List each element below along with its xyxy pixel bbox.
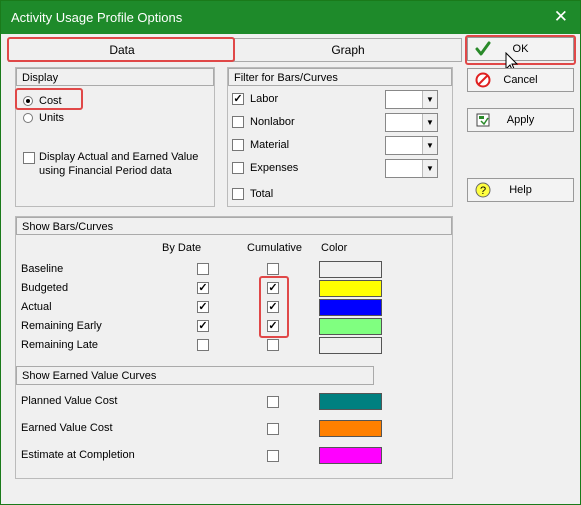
apply-button-label: Apply	[506, 114, 535, 126]
total-checkbox[interactable]	[232, 188, 244, 200]
check-mark-icon: ✓	[198, 301, 208, 313]
actual-color-swatch[interactable]	[319, 299, 382, 316]
units-radio[interactable]	[23, 113, 33, 123]
financial-period-label-line2: using Financial Period data	[39, 165, 172, 177]
chevron-down-icon: ▼	[422, 91, 437, 108]
check-mark-icon: ✓	[233, 93, 243, 105]
remaining-late-bydate-checkbox[interactable]	[197, 339, 209, 351]
nonlabor-label: Nonlabor	[250, 116, 295, 128]
budgeted-cumulative-checkbox[interactable]: ✓	[267, 282, 279, 294]
units-radio-label: Units	[39, 112, 65, 124]
cost-radio[interactable]	[23, 96, 33, 106]
actual-cumulative-checkbox[interactable]: ✓	[267, 301, 279, 313]
remaining-late-cumulative-checkbox[interactable]	[267, 339, 279, 351]
nonlabor-checkbox[interactable]	[232, 116, 244, 128]
labor-filter-dropdown[interactable]: ▼	[385, 90, 438, 109]
planned-value-cost-label: Planned Value Cost	[21, 395, 118, 407]
material-checkbox[interactable]	[232, 139, 244, 151]
cost-radio-label: Cost	[39, 95, 62, 107]
baseline-label: Baseline	[21, 263, 64, 275]
filter-title: Filter for Bars/Curves	[228, 68, 452, 86]
estimate-at-completion-color-swatch[interactable]	[319, 447, 382, 464]
earned-value-title: Show Earned Value Curves	[16, 366, 374, 385]
check-mark-icon: ✓	[198, 320, 208, 332]
remaining-early-label: Remaining Early	[21, 320, 102, 332]
check-mark-icon: ✓	[268, 282, 278, 294]
estimate-at-completion-label: Estimate at Completion	[21, 449, 135, 461]
help-button-label: Help	[509, 184, 532, 196]
window-title: Activity Usage Profile Options	[11, 10, 183, 25]
material-label: Material	[250, 139, 290, 151]
budgeted-bydate-checkbox[interactable]: ✓	[197, 282, 209, 294]
actual-bydate-checkbox[interactable]: ✓	[197, 301, 209, 313]
display-group	[15, 67, 215, 207]
remaining-early-cumulative-checkbox[interactable]: ✓	[267, 320, 279, 332]
material-filter-dropdown[interactable]: ▼	[385, 136, 438, 155]
remaining-early-color-swatch[interactable]	[319, 318, 382, 335]
planned-value-cost-color-swatch[interactable]	[319, 393, 382, 410]
labor-checkbox[interactable]: ✓	[232, 93, 244, 105]
cumulative-header: Cumulative	[247, 242, 303, 254]
check-mark-icon: ✓	[268, 301, 278, 313]
color-header: Color	[321, 242, 348, 254]
tab-graph[interactable]: Graph	[234, 38, 462, 62]
earned-value-cost-checkbox[interactable]	[267, 423, 279, 435]
baseline-bydate-checkbox[interactable]	[197, 263, 209, 275]
by-date-header: By Date	[162, 242, 202, 254]
baseline-cumulative-checkbox[interactable]	[267, 263, 279, 275]
close-icon[interactable]: ✕	[554, 7, 568, 27]
check-mark-icon: ✓	[268, 320, 278, 332]
actual-label: Actual	[21, 301, 52, 313]
chevron-down-icon: ▼	[422, 137, 437, 154]
expenses-checkbox[interactable]	[232, 162, 244, 174]
expenses-label: Expenses	[250, 162, 299, 174]
tab-data[interactable]: Data	[8, 38, 236, 62]
estimate-at-completion-checkbox[interactable]	[267, 450, 279, 462]
remaining-late-label: Remaining Late	[21, 339, 99, 351]
chevron-down-icon: ▼	[422, 114, 437, 131]
expenses-filter-dropdown[interactable]: ▼	[385, 159, 438, 178]
check-mark-icon: ✓	[198, 282, 208, 294]
earned-value-cost-label: Earned Value Cost	[21, 422, 113, 434]
display-title: Display	[16, 68, 214, 86]
remaining-early-bydate-checkbox[interactable]: ✓	[197, 320, 209, 332]
planned-value-cost-checkbox[interactable]	[267, 396, 279, 408]
labor-label: Labor	[250, 93, 279, 105]
earned-value-cost-color-swatch[interactable]	[319, 420, 382, 437]
show-bars-title: Show Bars/Curves	[16, 217, 452, 235]
title-bar: Activity Usage Profile Options ✕	[1, 1, 580, 34]
nonlabor-filter-dropdown[interactable]: ▼	[385, 113, 438, 132]
chevron-down-icon: ▼	[422, 160, 437, 177]
financial-period-label-line1: Display Actual and Earned Value	[39, 151, 199, 163]
help-button[interactable]: ? Help	[467, 178, 574, 202]
budgeted-color-swatch[interactable]	[319, 280, 382, 297]
baseline-color-swatch[interactable]	[319, 261, 382, 278]
financial-period-checkbox[interactable]	[23, 152, 35, 164]
cancel-button-label: Cancel	[503, 74, 538, 86]
budgeted-label: Budgeted	[21, 282, 69, 294]
cancel-button[interactable]: Cancel	[467, 68, 574, 92]
remaining-late-color-swatch[interactable]	[319, 337, 382, 354]
apply-button[interactable]: Apply	[467, 108, 574, 132]
total-label: Total	[250, 188, 274, 200]
